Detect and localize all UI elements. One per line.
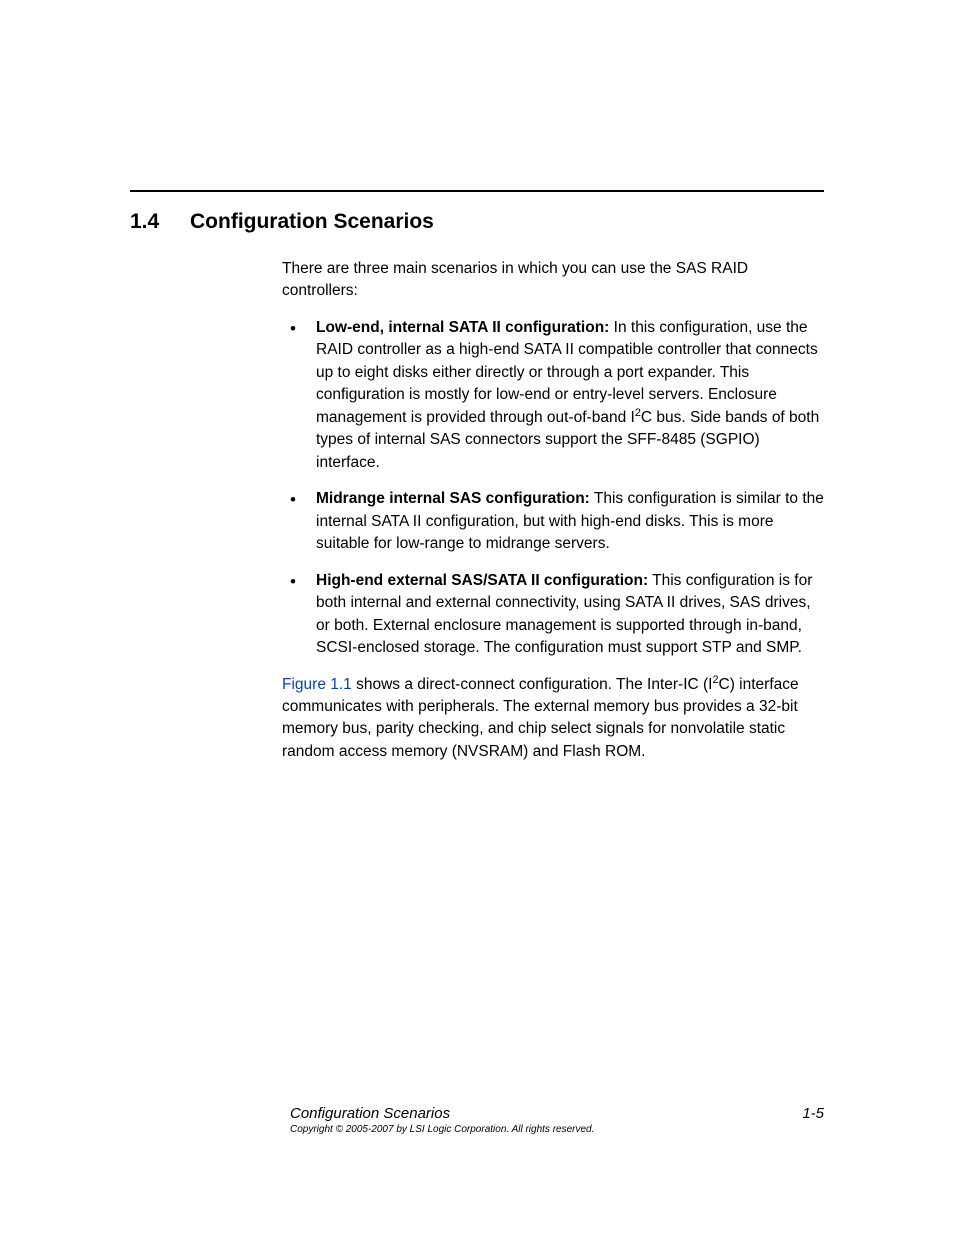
- page-footer: Configuration Scenarios 1-5 Copyright © …: [290, 1105, 824, 1135]
- list-item: Midrange internal SAS configuration: Thi…: [282, 488, 824, 555]
- closing-paragraph: Figure 1.1 shows a direct-connect config…: [282, 674, 824, 764]
- document-page: 1.4 Configuration Scenarios There are th…: [0, 0, 954, 1235]
- section-title: Configuration Scenarios: [190, 210, 434, 234]
- section-number: 1.4: [130, 210, 190, 234]
- closing-before: shows a direct-connect configuration. Th…: [352, 676, 713, 693]
- body-text: There are three main scenarios in which …: [282, 258, 824, 763]
- horizontal-rule: [130, 190, 824, 192]
- list-item: High-end external SAS/SATA II configurat…: [282, 570, 824, 660]
- section-heading: 1.4 Configuration Scenarios: [130, 210, 824, 234]
- figure-link[interactable]: Figure 1.1: [282, 676, 352, 693]
- bullet-list: Low-end, internal SATA II configuration:…: [282, 317, 824, 660]
- intro-paragraph: There are three main scenarios in which …: [282, 258, 824, 303]
- list-item: Low-end, internal SATA II configuration:…: [282, 317, 824, 474]
- footer-section: Configuration Scenarios: [290, 1105, 450, 1122]
- bullet-label: High-end external SAS/SATA II configurat…: [316, 572, 648, 589]
- bullet-label: Midrange internal SAS configuration:: [316, 490, 590, 507]
- footer-page-number: 1-5: [802, 1105, 824, 1122]
- footer-copyright: Copyright © 2005-2007 by LSI Logic Corpo…: [290, 1124, 824, 1135]
- bullet-label: Low-end, internal SATA II configuration:: [316, 319, 609, 336]
- footer-line: Configuration Scenarios 1-5: [290, 1105, 824, 1122]
